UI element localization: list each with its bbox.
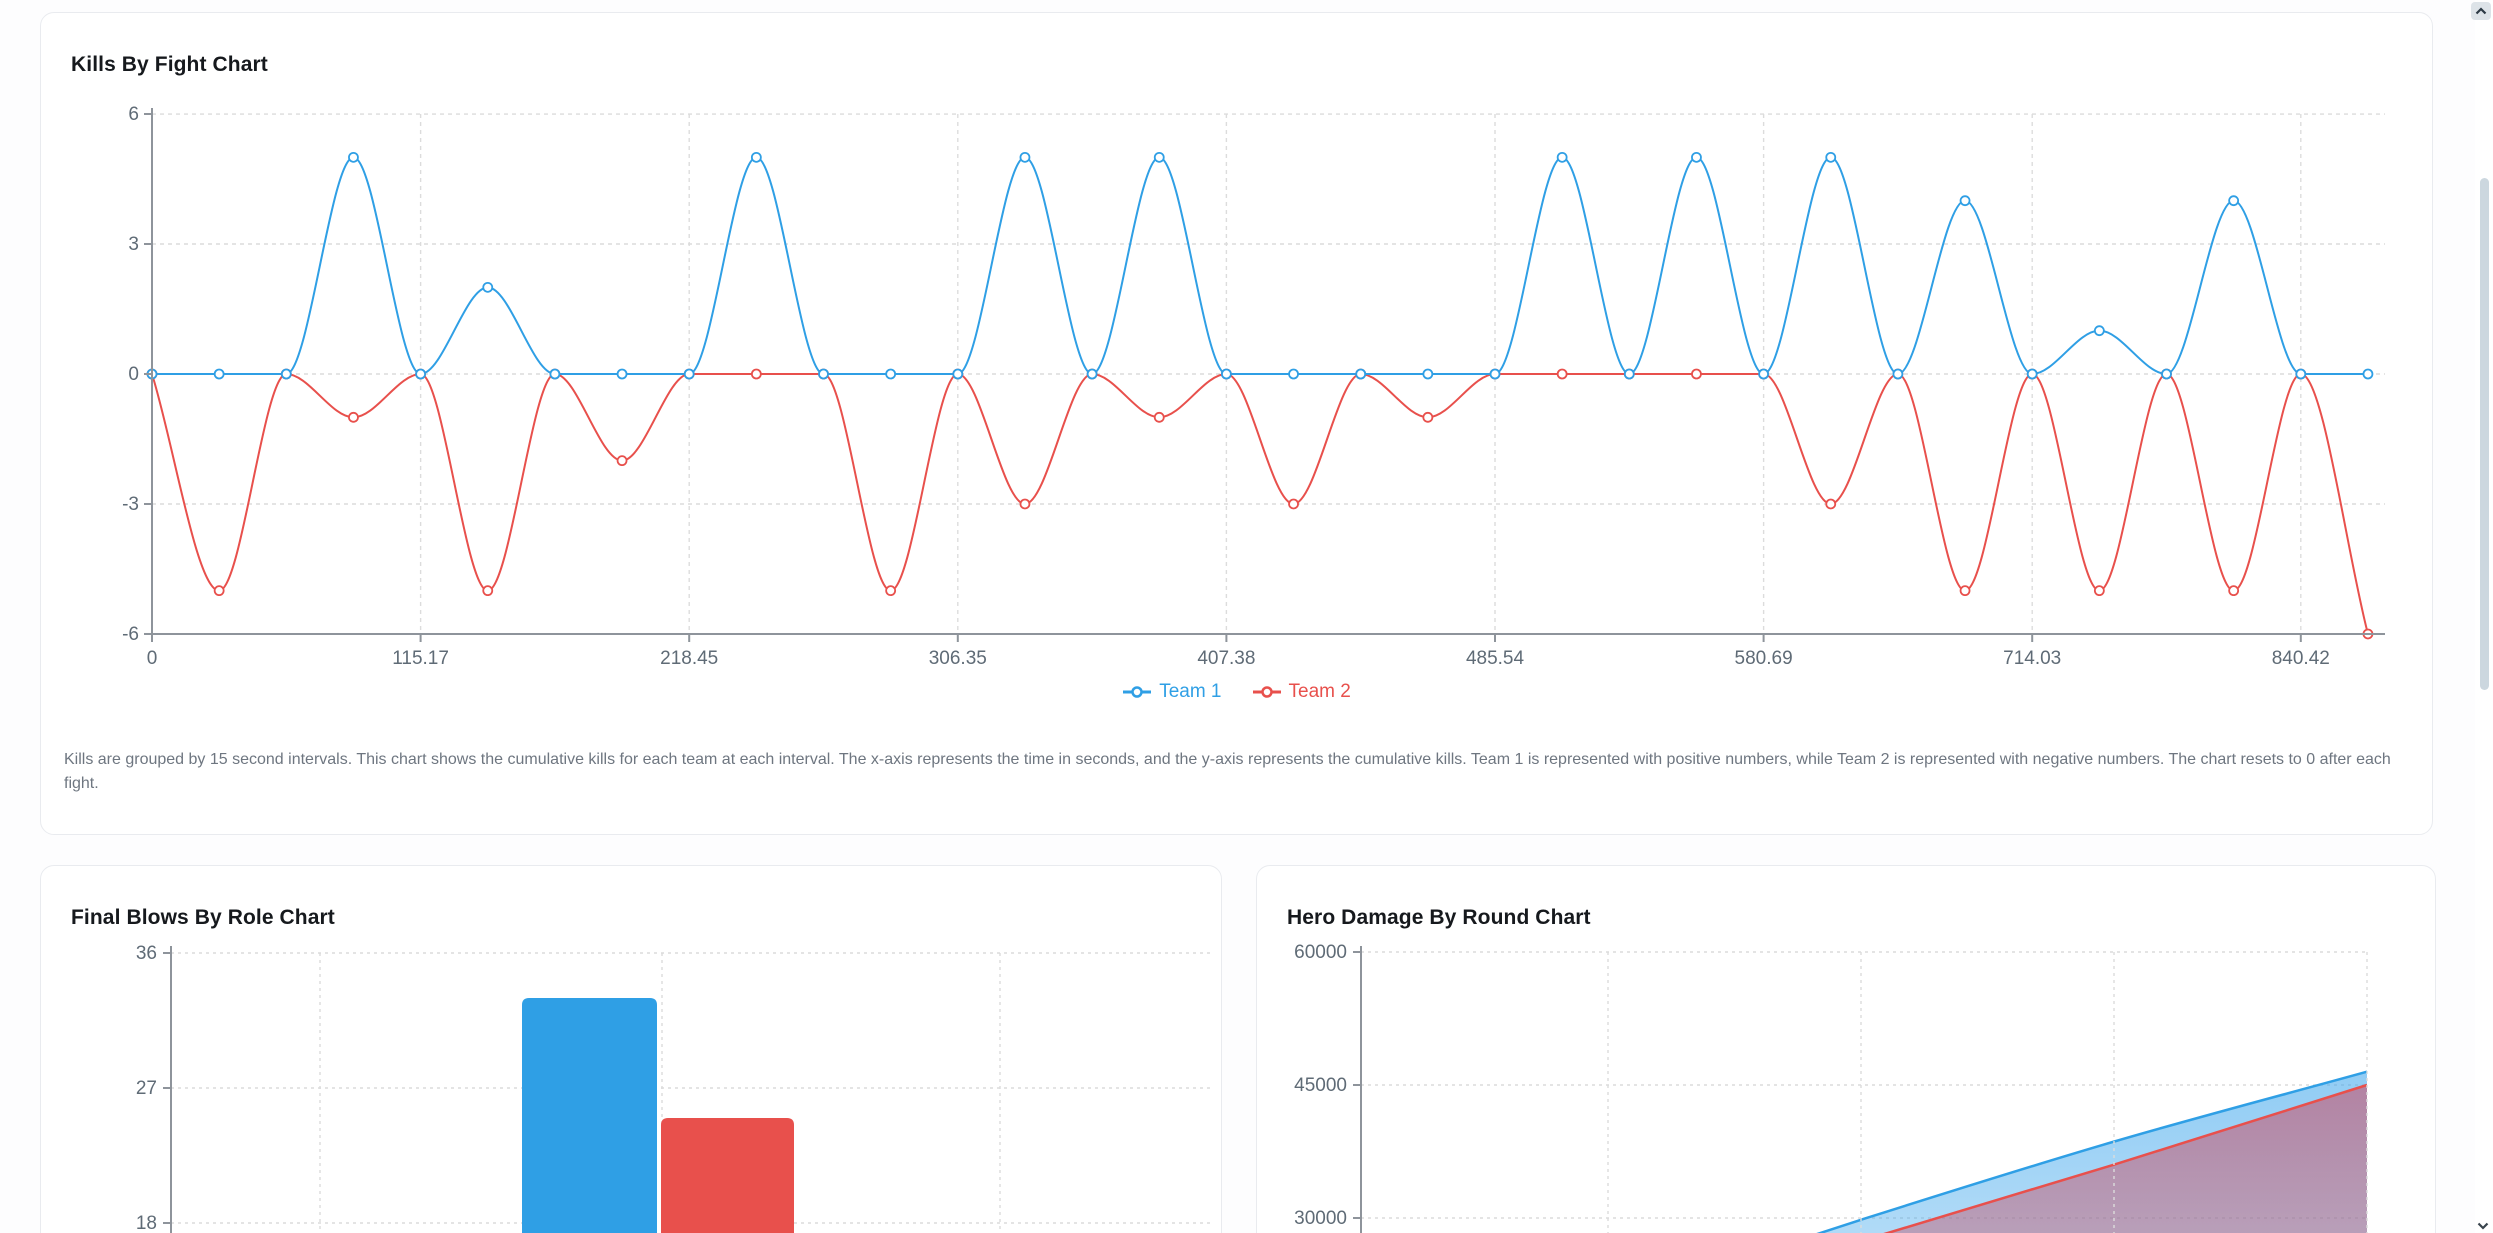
- svg-text:407.38: 407.38: [1197, 648, 1255, 669]
- legend-label-team2: Team 2: [1289, 681, 1351, 703]
- svg-text:306.35: 306.35: [929, 648, 987, 669]
- chevron-down-icon[interactable]: [2477, 1222, 2489, 1230]
- svg-text:0: 0: [128, 364, 139, 385]
- kills-by-fight-card: Kills By Fight Chart 630-3-60115.17218.4…: [40, 12, 2433, 835]
- svg-text:580.69: 580.69: [1735, 648, 1793, 669]
- svg-text:6: 6: [128, 104, 139, 125]
- svg-text:218.45: 218.45: [660, 648, 718, 669]
- svg-text:18: 18: [136, 1213, 157, 1233]
- svg-text:45000: 45000: [1294, 1075, 1347, 1096]
- team1-line-marker-icon: [1122, 686, 1152, 698]
- vertical-scrollbar[interactable]: [2475, 0, 2493, 1233]
- svg-text:714.03: 714.03: [2003, 648, 2061, 669]
- svg-text:840.42: 840.42: [2272, 648, 2330, 669]
- svg-text:-3: -3: [122, 494, 139, 515]
- legend-item-team1[interactable]: Team 1: [1122, 681, 1221, 703]
- svg-text:-6: -6: [122, 624, 139, 645]
- kills-chart-description: Kills are grouped by 15 second intervals…: [64, 748, 2409, 795]
- scroll-up-button[interactable]: [2471, 2, 2491, 20]
- kills-by-fight-chart[interactable]: 6 3 0 -3 -6 0 115.17 218.45 306.35 407.38 485.54 58…: [41, 13, 2433, 673]
- svg-text:36: 36: [136, 943, 157, 964]
- svg-text:27: 27: [136, 1078, 157, 1099]
- svg-text:3: 3: [128, 234, 139, 255]
- scrollbar-thumb[interactable]: [2480, 178, 2489, 690]
- hero-damage-by-round-chart[interactable]: 60000 45000 30000: [1257, 866, 2436, 1233]
- svg-text:485.54: 485.54: [1466, 648, 1525, 669]
- legend-item-team2[interactable]: Team 2: [1252, 681, 1351, 703]
- kills-chart-legend: Team 1 Team 2: [41, 681, 2432, 703]
- svg-text:60000: 60000: [1294, 942, 1347, 963]
- chevron-up-icon: [2475, 7, 2487, 15]
- svg-text:115.17: 115.17: [392, 648, 449, 669]
- dashboard-page: Kills By Fight Chart 630-3-60115.17218.4…: [0, 0, 2493, 1233]
- team2-line-marker-icon: [1252, 686, 1282, 698]
- final-blows-by-role-chart[interactable]: 36 27 18: [41, 866, 1222, 1233]
- legend-label-team1: Team 1: [1159, 681, 1221, 703]
- hero-damage-by-round-card: Hero Damage By Round Chart 6000045000300…: [1256, 865, 2436, 1233]
- svg-text:0: 0: [147, 648, 158, 669]
- svg-text:30000: 30000: [1294, 1208, 1347, 1229]
- final-blows-by-role-card: Final Blows By Role Chart 362718: [40, 865, 1222, 1233]
